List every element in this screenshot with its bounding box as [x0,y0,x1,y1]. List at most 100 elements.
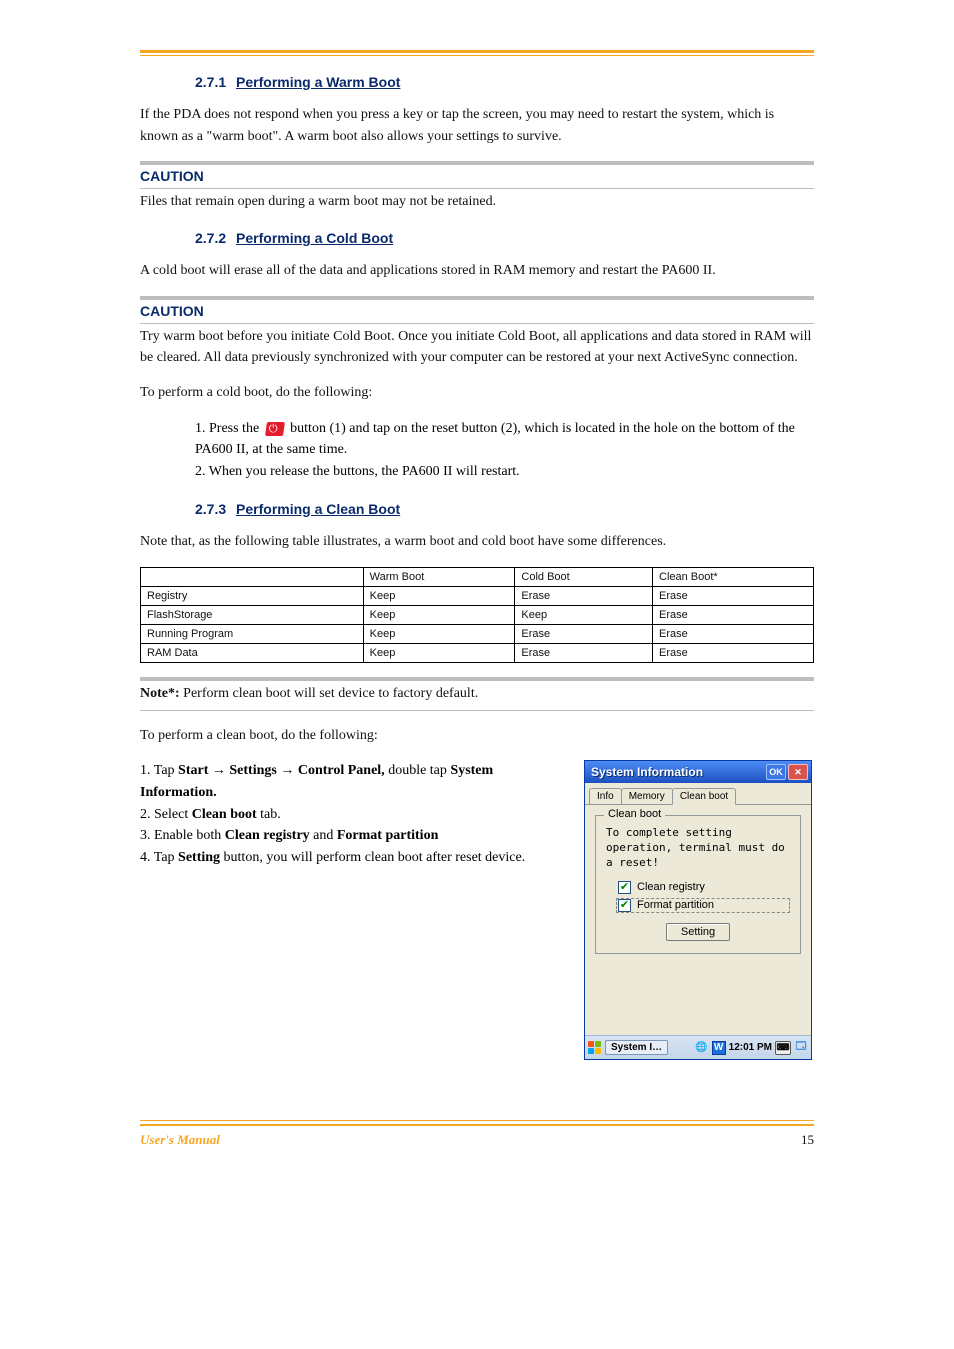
taskbar: System I… 🌐 W 12:01 PM ⌨ 🗔 [585,1035,811,1059]
table-cell: Running Program [141,624,364,643]
text: 3. Enable both [140,828,225,843]
section-heading-warm-boot: 2.7.1 Performing a Warm Boot [195,74,814,90]
tab-clean-boot[interactable]: Clean boot [672,788,736,805]
table-cell: Keep [363,605,515,624]
section-title: Performing a Cold Boot [236,230,393,246]
checkbox-label: Format partition [637,899,714,911]
text: 4. Tap [140,850,178,865]
text: Control Panel, [294,763,388,778]
text: 2. Select [140,807,192,822]
close-button[interactable]: ✕ [788,764,808,780]
divider [140,677,814,681]
table-cell: Erase [653,624,814,643]
caution-text: Files that remain open during a warm boo… [140,191,814,212]
input-w-icon[interactable]: W [712,1041,726,1055]
caution-label: CAUTION [140,303,814,319]
window-title: System Information [591,765,764,779]
text: 1. Tap [140,763,178,778]
groupbox-text: To complete setting operation, terminal … [606,826,790,871]
table-row: Warm Boot Cold Boot Clean Boot* [141,567,814,586]
caution-text: Try warm boot before you initiate Cold B… [140,326,814,368]
text: double tap [388,763,450,778]
system-information-window: System Information OK ✕ Info Memory Clea… [584,760,812,1060]
start-icon[interactable] [588,1041,602,1055]
caution-label: CAUTION [140,168,814,184]
table-cell: Registry [141,586,364,605]
table-cell: Keep [363,643,515,662]
table-cell: Keep [515,605,653,624]
section-heading-cold-boot: 2.7.2 Performing a Cold Boot [195,230,814,246]
text: Format partition [337,828,438,843]
table-row: FlashStorage Keep Keep Erase [141,605,814,624]
text: Clean registry [225,828,313,843]
table-cell: Erase [515,624,653,643]
table-cell: Erase [653,643,814,662]
tab-body: Clean boot To complete setting operation… [585,805,811,1035]
cold-step-1: 1. Press the button (1) and tap on the r… [195,418,814,461]
clean-registry-checkbox-row: ✔ Clean registry [618,881,790,894]
note-lead: Note*: [140,686,180,701]
note-text: Perform clean boot will set device to fa… [180,686,479,701]
arrow-icon: → [280,763,294,778]
cold-step-2: 2. When you release the buttons, the PA6… [195,461,814,483]
table-header: Warm Boot [363,567,515,586]
table-cell: Erase [515,643,653,662]
groupbox-title: Clean boot [604,808,665,820]
divider [140,161,814,165]
clock: 12:01 PM [729,1042,772,1053]
arrow-icon: → [212,763,226,778]
section-title: Performing a Warm Boot [236,74,400,90]
table-header: Cold Boot [515,567,653,586]
desktop-icon[interactable]: 🗔 [794,1041,808,1055]
setting-button[interactable]: Setting [666,923,730,941]
tabs-row: Info Memory Clean boot [585,783,811,805]
divider [140,710,814,711]
system-tray: 🌐 W 12:01 PM ⌨ 🗔 [695,1041,808,1055]
power-icon [265,422,285,436]
text: button (1) and tap on the reset button (… [195,421,795,458]
table-cell: Keep [363,624,515,643]
section-heading-clean-boot: 2.7.3 Performing a Clean Boot [195,501,814,517]
format-partition-checkbox[interactable]: ✔ [618,899,631,912]
page-number: 15 [801,1132,814,1148]
tab-memory[interactable]: Memory [621,788,673,804]
text: button, you will perform clean boot afte… [224,850,526,865]
keyboard-icon[interactable]: ⌨ [775,1041,791,1055]
clean-boot-groupbox: Clean boot To complete setting operation… [595,815,801,954]
format-partition-checkbox-row: ✔ Format partition [616,898,790,913]
divider [140,296,814,300]
clean-registry-checkbox[interactable]: ✔ [618,881,631,894]
section-title: Performing a Clean Boot [236,501,400,517]
table-row: Running Program Keep Erase Erase [141,624,814,643]
table-header: Clean Boot* [653,567,814,586]
clean-boot-note: Note*: Perform clean boot will set devic… [140,683,814,704]
clean-steps-lead: To perform a clean boot, do the followin… [140,725,814,747]
table-cell: Erase [653,605,814,624]
table-row: Registry Keep Erase Erase [141,586,814,605]
clean-step-2: 2. Select Clean boot tab. [140,804,566,826]
clean-step-4: 4. Tap Setting button, you will perform … [140,847,566,869]
table-cell: Keep [363,586,515,605]
window-titlebar: System Information OK ✕ [585,761,811,783]
table-row: RAM Data Keep Erase Erase [141,643,814,662]
tab-info[interactable]: Info [589,788,622,804]
cold-steps-lead: To perform a cold boot, do the following… [140,382,814,404]
ok-button[interactable]: OK [766,764,786,780]
text: and [313,828,337,843]
table-cell: Erase [653,586,814,605]
table-header [141,567,364,586]
text: Setting [178,850,224,865]
paragraph-note: Note that, as the following table illust… [140,531,814,553]
network-icon[interactable]: 🌐 [695,1041,709,1055]
section-number: 2.7.2 [195,230,226,246]
section-number: 2.7.1 [195,74,226,90]
text: Settings [226,763,280,778]
text: Clean boot [192,807,260,822]
text: 1. Press the [195,421,263,436]
table-cell: RAM Data [141,643,364,662]
footer: User's Manual 15 [140,1120,814,1148]
footer-left: User's Manual [140,1132,220,1148]
clean-step-3: 3. Enable both Clean registry and Format… [140,825,566,847]
clean-step-1: 1. Tap Start → Settings → Control Panel,… [140,760,566,803]
taskbar-app-button[interactable]: System I… [605,1040,668,1055]
